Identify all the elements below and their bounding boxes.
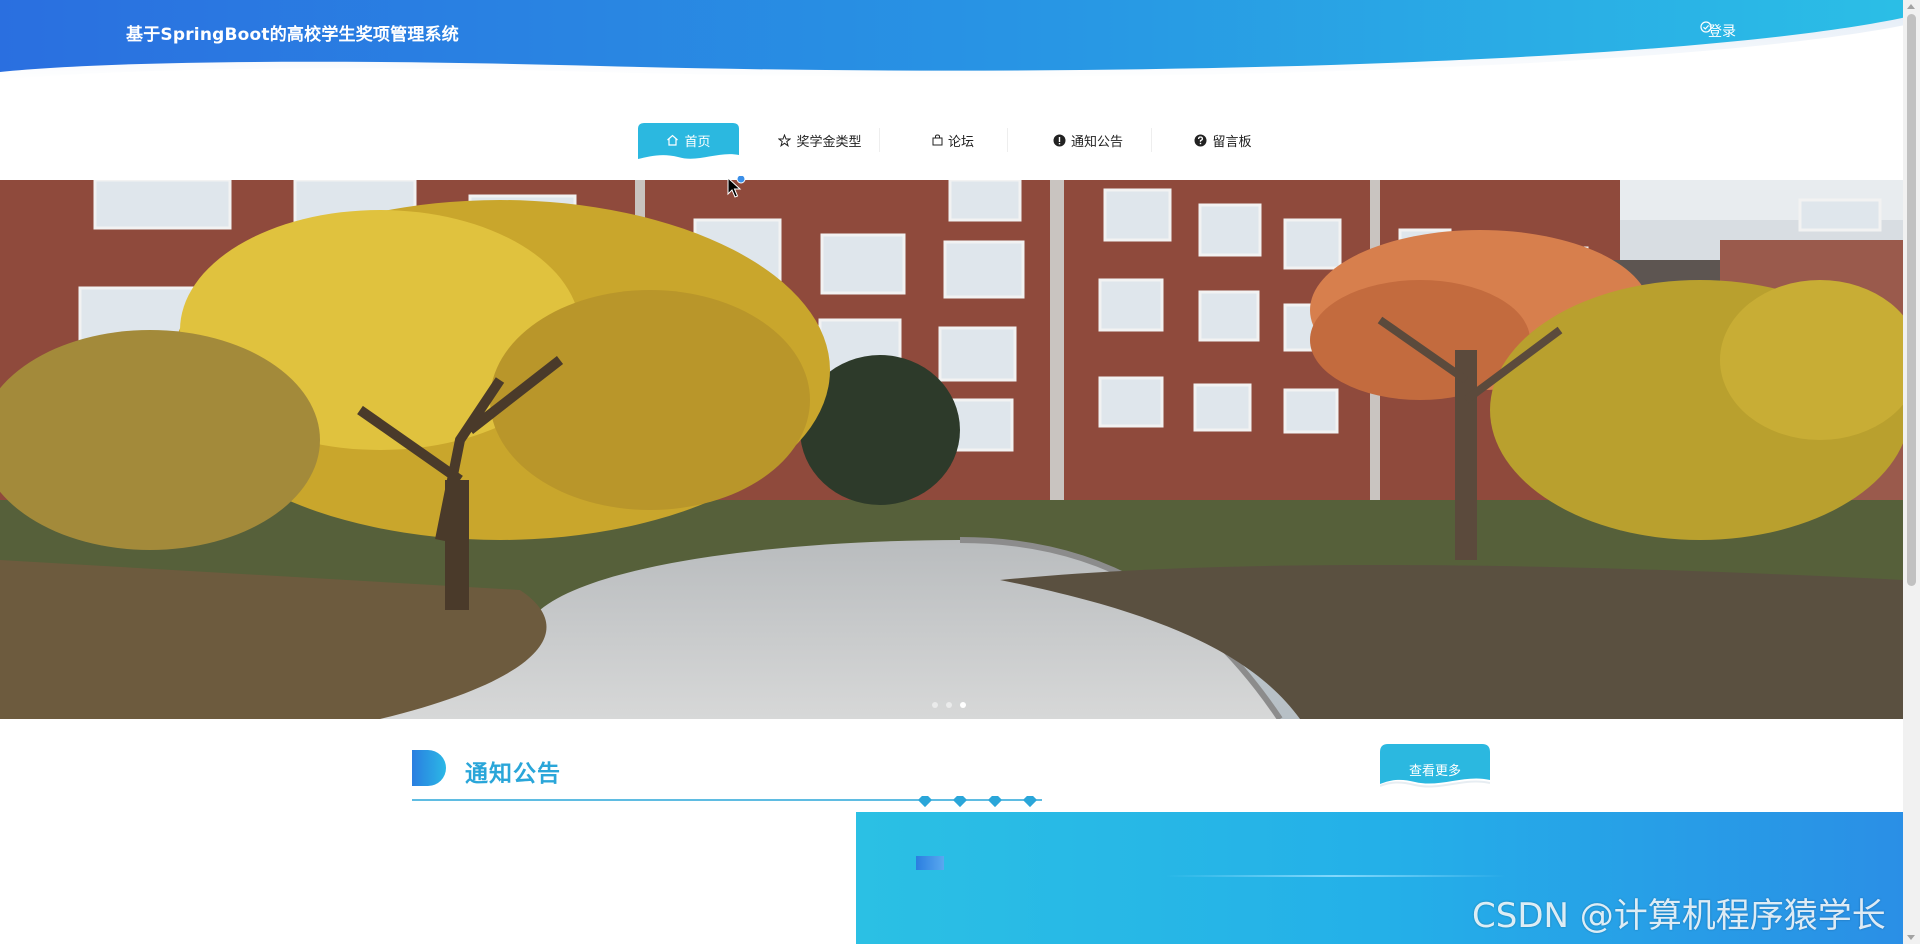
exclamation-circle-icon [1053, 134, 1066, 147]
nav-item-notice[interactable]: 通知公告 [1024, 120, 1152, 160]
nav-item-label: 留言板 [1212, 134, 1252, 150]
login-link[interactable]: 登录 [1700, 21, 1736, 41]
nav-item-label: 首页 [684, 134, 711, 150]
view-more-button[interactable]: 查看更多 [1380, 744, 1490, 792]
section-marker-icon [412, 750, 446, 786]
carousel-dot-active[interactable] [960, 702, 966, 708]
nav-item-label: 论坛 [947, 134, 974, 150]
scroll-down-arrow-icon[interactable] [1907, 935, 1915, 940]
carousel-dot[interactable] [932, 702, 938, 708]
nav-item-message-board[interactable]: 留言板 [1164, 120, 1282, 160]
view-more-label: 查看更多 [1408, 764, 1461, 779]
carousel-dot[interactable] [946, 702, 952, 708]
page: 基于SpringBoot的高校学生奖项管理系统 登录 首页 奖学金类型 论坛 通… [0, 0, 1920, 944]
notice-panel-divider [1166, 875, 1506, 877]
nav-item-scholarship-type[interactable]: 奖学金类型 [760, 120, 880, 160]
home-icon [666, 134, 679, 146]
nav-divider [1151, 128, 1152, 152]
carousel-dots [932, 702, 966, 708]
banner-carousel[interactable] [0, 180, 1903, 719]
nav-item-label: 奖学金类型 [796, 134, 862, 150]
site-title: 基于SpringBoot的高校学生奖项管理系统 [126, 25, 459, 45]
nav-divider [879, 128, 880, 152]
page-scrollbar[interactable] [1903, 0, 1920, 944]
header-wave-background [0, 0, 1920, 80]
scrollbar-thumb[interactable] [1907, 14, 1916, 586]
nav-item-label: 通知公告 [1070, 134, 1123, 150]
nav-divider [1007, 128, 1008, 152]
main-nav: 首页 奖学金类型 论坛 通知公告 留言板 [0, 120, 1903, 160]
watermark: CSDN @计算机程序猿学长 [1472, 896, 1886, 936]
notice-panel-marker [916, 856, 944, 870]
mouse-cursor-icon [727, 176, 746, 198]
star-icon [778, 133, 792, 147]
header: 基于SpringBoot的高校学生奖项管理系统 登录 [0, 0, 1920, 90]
campus-photo [0, 180, 1903, 719]
nav-item-home[interactable]: 首页 [638, 120, 739, 160]
nav-item-forum[interactable]: 论坛 [898, 120, 1008, 160]
bag-icon [932, 134, 943, 146]
question-circle-icon [1194, 134, 1207, 147]
notice-section-title: 通知公告 [465, 761, 561, 787]
notice-section-header: 通知公告 [412, 750, 1492, 810]
section-underline [412, 796, 1042, 808]
login-label: 登录 [1708, 24, 1736, 40]
scroll-up-arrow-icon[interactable] [1907, 4, 1915, 9]
